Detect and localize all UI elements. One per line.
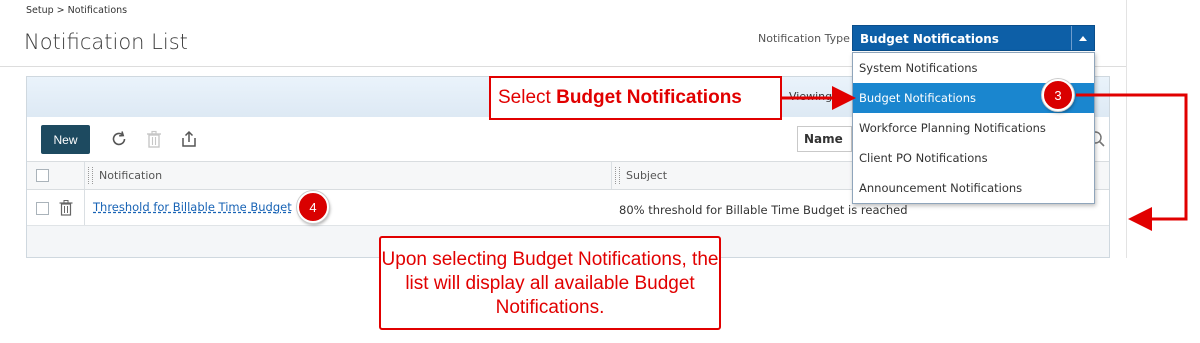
callout-select-bold: Budget Notifications [556, 87, 742, 108]
callout-select-budget: Select Budget Notifications [489, 76, 782, 120]
callout-info: Upon selecting Budget Notifications, the… [379, 236, 721, 330]
arrow-to-list [1076, 93, 1188, 231]
step-badge-4: 4 [297, 191, 329, 223]
step-badge-3: 3 [1042, 79, 1074, 111]
callout-select-prefix: Select [498, 87, 557, 108]
